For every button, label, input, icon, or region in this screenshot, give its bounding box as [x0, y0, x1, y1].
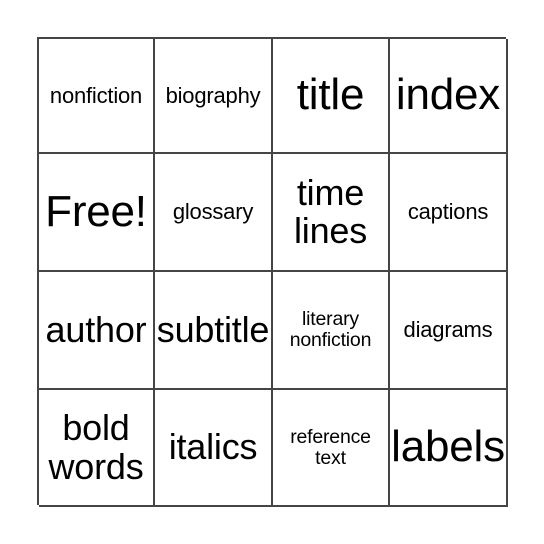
bingo-cell-label: literary nonfiction	[289, 308, 372, 351]
bingo-cell[interactable]: labels	[390, 390, 508, 507]
bingo-cell-label: captions	[407, 199, 489, 225]
bingo-cell[interactable]: reference text	[273, 390, 390, 507]
bingo-cell[interactable]: nonfiction	[39, 39, 155, 154]
bingo-cell[interactable]: glossary	[155, 154, 273, 272]
bingo-cell-free-space[interactable]: Free!	[39, 154, 155, 272]
bingo-cell[interactable]: literary nonfiction	[273, 272, 390, 390]
bingo-cell-label: bold words	[48, 407, 144, 487]
bingo-cell-label: author	[45, 308, 147, 350]
bingo-cell[interactable]: author	[39, 272, 155, 390]
bingo-cell-label: reference text	[290, 425, 371, 469]
bingo-cell-label: nonfiction	[49, 82, 143, 108]
bingo-cell[interactable]: bold words	[39, 390, 155, 507]
bingo-cell-label: title	[296, 70, 365, 120]
bingo-cell[interactable]: captions	[390, 154, 508, 272]
bingo-cell[interactable]: subtitle	[155, 272, 273, 390]
bingo-cell[interactable]: diagrams	[390, 272, 508, 390]
bingo-cell-label: index	[395, 70, 501, 120]
bingo-cell[interactable]: biography	[155, 39, 273, 154]
bingo-cell[interactable]: title	[273, 39, 390, 154]
bingo-cell[interactable]: italics	[155, 390, 273, 507]
bingo-cell-label: glossary	[172, 199, 254, 225]
bingo-cell-label: biography	[165, 82, 261, 108]
bingo-cell-label: Free!	[45, 186, 147, 236]
bingo-cell[interactable]: time lines	[273, 154, 390, 272]
bingo-cell-label: labels	[391, 422, 505, 472]
bingo-card-grid: nonfiction biography title index Free! glossa…	[37, 37, 508, 507]
bingo-cell-label: italics	[168, 426, 258, 468]
bingo-cell[interactable]: index	[390, 39, 508, 154]
bingo-cell-label: time lines	[293, 171, 368, 251]
bingo-cell-label: diagrams	[403, 317, 493, 343]
bingo-cell-label: subtitle	[156, 308, 270, 350]
